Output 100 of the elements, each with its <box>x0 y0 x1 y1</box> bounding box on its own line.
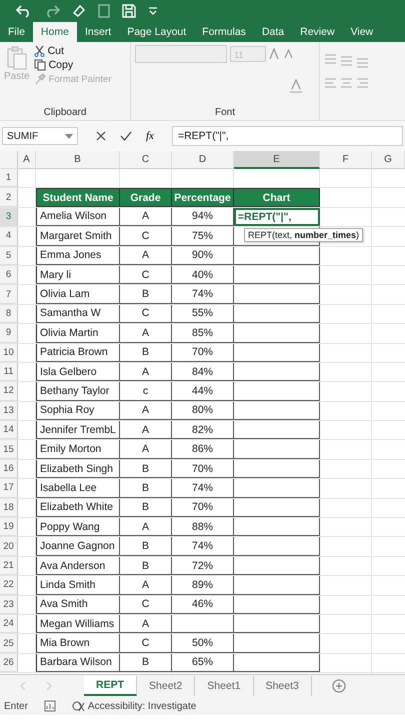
group-label: Clipboard <box>42 107 88 118</box>
shrink-font-icon[interactable] <box>284 49 294 59</box>
font-color-icon[interactable] <box>289 79 303 93</box>
table-cell: A <box>120 518 172 536</box>
row-header[interactable]: 3 <box>0 208 18 226</box>
sheet-tab[interactable]: Sheet3 <box>254 676 312 696</box>
table-cell: Sophia Roy <box>36 402 120 420</box>
sheet-tab[interactable]: REPT <box>84 676 138 696</box>
customize-icon[interactable] <box>148 6 158 16</box>
row-header[interactable]: 24 <box>0 614 18 634</box>
row-header[interactable]: 1 <box>0 169 18 188</box>
table-header-cell: Percentage <box>172 188 234 207</box>
ribbon-tab[interactable]: View <box>342 22 382 42</box>
row-header[interactable]: 15 <box>0 440 18 459</box>
table-cell: C <box>120 634 172 653</box>
table-cell: 84% <box>172 362 234 382</box>
column-header[interactable]: D <box>172 151 234 169</box>
column-header[interactable]: C <box>120 151 172 169</box>
column-header[interactable]: F <box>320 151 372 169</box>
cancel-icon[interactable] <box>96 131 106 141</box>
table-header-cell: Grade <box>120 188 172 207</box>
table-cell: B <box>120 479 172 498</box>
row-header[interactable]: 10 <box>0 344 18 362</box>
table-cell: 70% <box>172 344 234 362</box>
table-cell: 50% <box>172 634 234 653</box>
table-cell: Jennifer TrembL <box>36 421 120 440</box>
eraser-icon[interactable] <box>72 4 86 18</box>
table-cell: C <box>120 266 172 284</box>
ribbon-tab[interactable]: File <box>0 22 33 42</box>
row-header[interactable]: 20 <box>0 537 18 556</box>
table-cell: Isla Gelbero <box>36 362 120 382</box>
ribbon-tab[interactable]: Page Layout <box>119 22 194 42</box>
table-cell: A <box>120 421 172 440</box>
column-header[interactable]: A <box>18 151 36 169</box>
row-header[interactable]: 7 <box>0 285 18 304</box>
table-cell: Joanne Gagnon <box>36 537 120 556</box>
table-cell: 70% <box>172 498 234 518</box>
table-cell: C <box>120 227 172 246</box>
row-header[interactable]: 25 <box>0 634 18 653</box>
ribbon-tab[interactable]: Formulas <box>194 22 254 42</box>
row-header[interactable]: 5 <box>0 246 18 265</box>
save-icon[interactable] <box>122 4 136 18</box>
enter-icon[interactable] <box>120 131 132 141</box>
row-header[interactable]: 13 <box>0 402 18 420</box>
insert-function-button[interactable]: fx <box>146 130 154 142</box>
row-header[interactable]: 17 <box>0 479 18 498</box>
status-mode: Enter <box>4 700 28 712</box>
row-header[interactable]: 12 <box>0 382 18 401</box>
scroll-left-icon[interactable] <box>20 682 26 690</box>
table-cell: Olivia Martin <box>36 324 120 343</box>
name-box[interactable]: SUMIF <box>2 127 78 145</box>
ribbon-tab[interactable]: Review <box>292 22 343 42</box>
table-cell: 74% <box>172 285 234 304</box>
table-cell: 65% <box>172 654 234 672</box>
table-cell: 90% <box>172 246 234 265</box>
row-header[interactable]: 26 <box>0 654 18 672</box>
document-icon[interactable] <box>98 4 110 18</box>
scroll-right-icon[interactable] <box>46 682 52 690</box>
add-sheet-icon[interactable] <box>332 679 346 693</box>
copy-button[interactable]: Copy <box>34 59 112 71</box>
cell-editor[interactable]: =REPT("|", <box>234 208 320 226</box>
column-header[interactable]: E <box>234 151 320 169</box>
redo-icon[interactable] <box>44 4 60 18</box>
row-header[interactable]: 14 <box>0 421 18 440</box>
sheet-tab[interactable]: Sheet1 <box>195 676 254 696</box>
macro-icon[interactable] <box>44 700 56 712</box>
table-cell: A <box>120 614 172 634</box>
row-header[interactable]: 9 <box>0 324 18 343</box>
formula-field[interactable]: =REPT("|", <box>172 126 403 146</box>
column-header[interactable]: G <box>372 151 405 169</box>
table-cell: Emma Jones <box>36 246 120 265</box>
row-header[interactable]: 16 <box>0 460 18 478</box>
table-cell: A <box>120 208 172 226</box>
font-name-dropdown[interactable] <box>135 45 227 63</box>
row-header[interactable]: 4 <box>0 227 18 246</box>
sheet-tab[interactable]: Sheet2 <box>137 676 196 696</box>
undo-icon[interactable] <box>16 4 32 18</box>
table-cell: Margaret Smith <box>36 227 120 246</box>
row-header[interactable]: 23 <box>0 596 18 614</box>
table-cell: B <box>120 654 172 672</box>
row-header[interactable]: 18 <box>0 498 18 518</box>
ribbon-tab[interactable]: Insert <box>76 22 120 42</box>
row-header[interactable]: 11 <box>0 362 18 382</box>
table-cell: 74% <box>172 537 234 556</box>
select-all-corner[interactable] <box>0 151 18 169</box>
accessibility-icon <box>72 700 85 712</box>
ribbon-tab[interactable]: Home <box>32 22 77 42</box>
table-cell: Isabella Lee <box>36 479 120 498</box>
row-header[interactable]: 8 <box>0 304 18 324</box>
row-header[interactable]: 21 <box>0 556 18 576</box>
cut-button[interactable]: Cut <box>34 45 112 57</box>
ribbon-tab[interactable]: Data <box>254 22 292 42</box>
column-header[interactable]: B <box>36 151 120 169</box>
table-cell <box>172 614 234 634</box>
row-header[interactable]: 22 <box>0 576 18 595</box>
row-header[interactable]: 19 <box>0 518 18 536</box>
accessibility-button[interactable]: Accessibility: Investigate <box>72 700 196 712</box>
grow-font-icon[interactable] <box>269 48 281 60</box>
row-header[interactable]: 2 <box>0 188 18 207</box>
row-header[interactable]: 6 <box>0 266 18 284</box>
